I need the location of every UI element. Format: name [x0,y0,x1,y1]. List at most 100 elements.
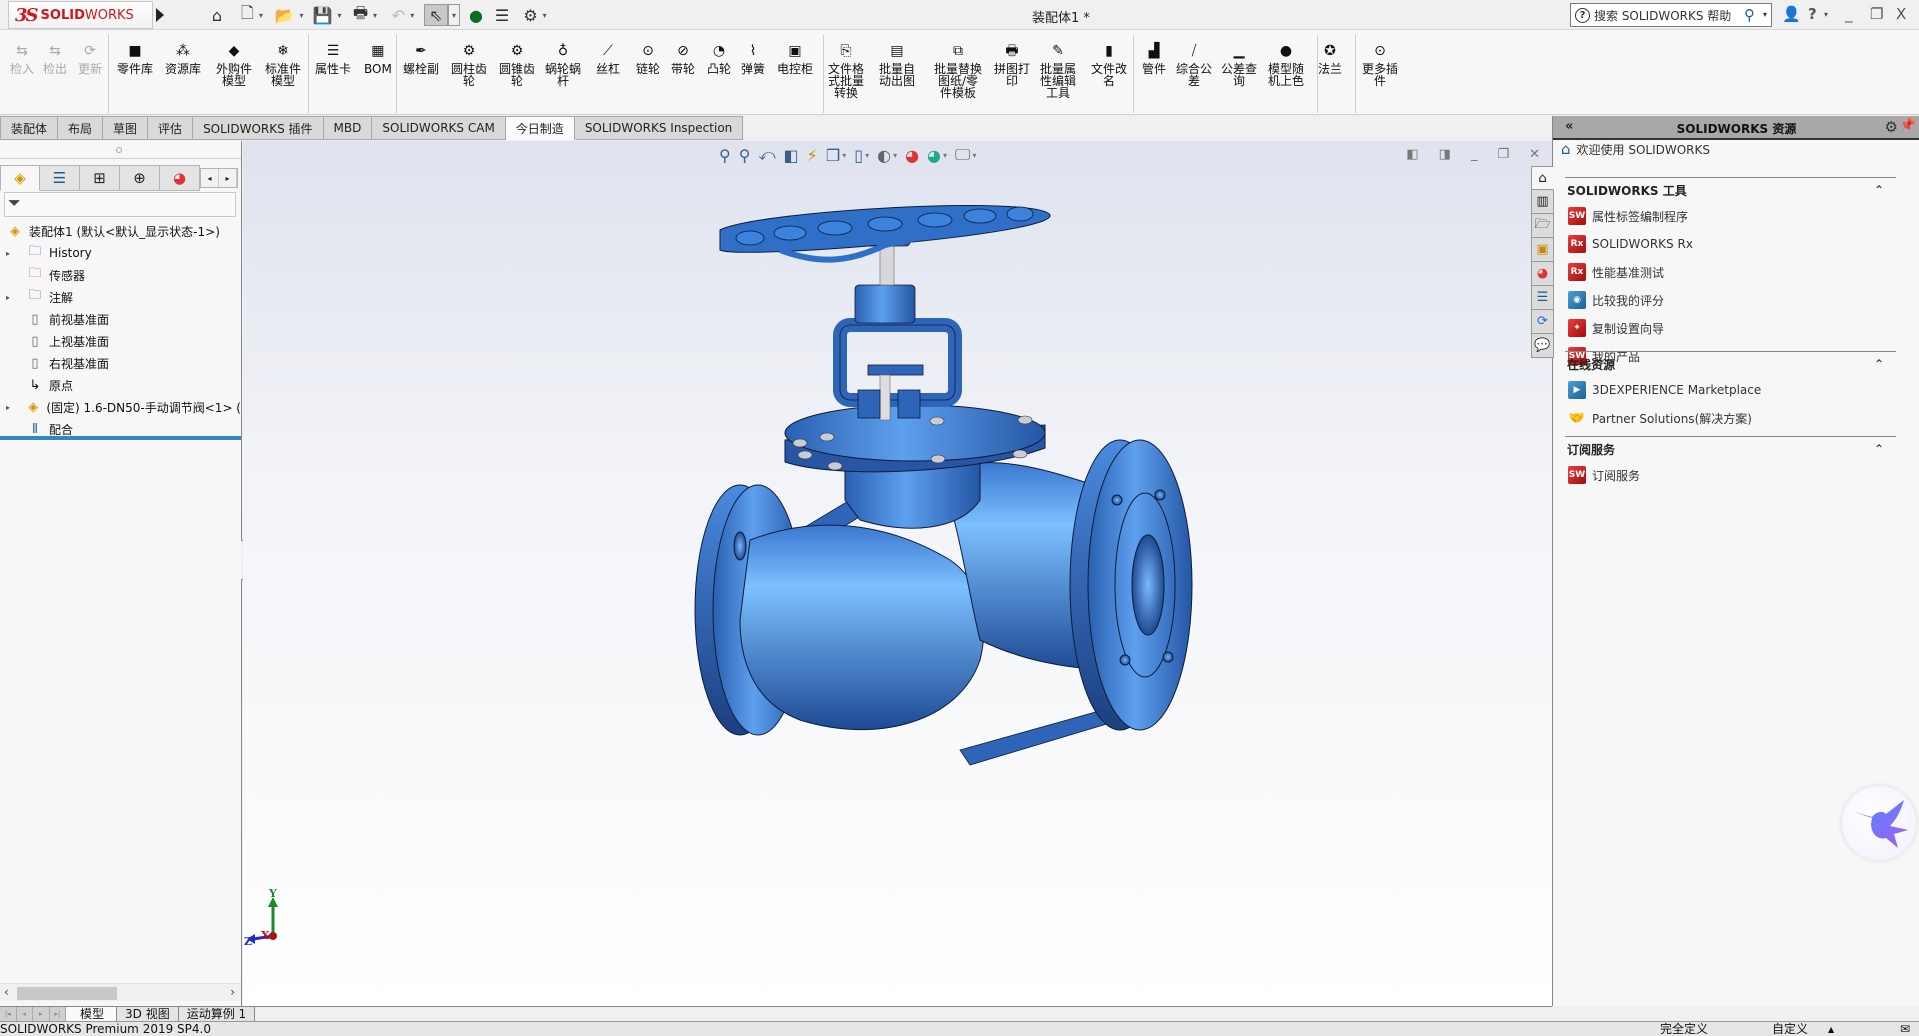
task-pane-link[interactable]: ▶ 3DEXPERIENCE Marketplace [1565,376,1896,404]
rollback-bar[interactable] [0,436,241,440]
welcome-link[interactable]: ⌂ 欢迎使用 SOLIDWORKS [1561,140,1710,158]
tile-left-icon[interactable]: ◧ [1406,147,1418,162]
task-pane-link[interactable]: Rx SOLIDWORKS Rx [1565,230,1896,258]
view-settings-icon[interactable]: 🖵 [955,145,970,165]
section-header[interactable]: SOLIDWORKS 工具 ⌃ [1565,178,1896,202]
tree-item[interactable]: ▯ 前视基准面 [0,308,241,330]
tab-file-explorer[interactable]: 🗁 [1531,214,1554,238]
tree-item[interactable]: ▸ 🗀 History [0,242,241,264]
options-button[interactable]: ⚙ ▾ [518,4,552,26]
ribbon-button-15[interactable]: ⊘ 带轮 [671,42,695,75]
ribbon-button-7[interactable]: ☰ 属性卡 [315,42,351,75]
chevron-down-icon[interactable]: ▾ [865,151,869,160]
help-search-input[interactable]: ? 搜索 SOLIDWORKS 帮助 ⚲ ▾ [1570,3,1772,27]
scroll-left-icon[interactable]: ◂ [201,169,219,187]
last-tab-icon[interactable]: ▸| [50,1007,66,1021]
tab-displaymanager[interactable]: ◕ [160,165,200,191]
zoom-to-fit-icon[interactable]: ⚲ [719,146,731,165]
expand-arrow-icon[interactable]: ▸ [6,403,15,412]
tab-command-1[interactable]: 布局 [58,116,104,140]
rebuild-button[interactable]: ● [468,4,484,26]
floating-app-icon[interactable] [1842,786,1916,860]
panel-splitter[interactable] [0,141,241,159]
section-header[interactable]: 订阅服务 ⌃ [1565,437,1896,461]
solidworks-logo[interactable]: 3S SOLID WORKS [8,1,153,29]
task-pane-link[interactable]: SW 属性标签编制程序 [1565,202,1896,230]
ribbon-button-28[interactable]: ● 模型随 机上色 [1268,42,1304,87]
undo-button[interactable]: ↶ ▾ [386,4,420,26]
ribbon-button-3[interactable]: ■ 零件库 [117,42,153,75]
ribbon-button-20[interactable]: ▤ 批量自 动出图 [879,42,915,87]
next-tab-icon[interactable]: ▸ [33,1007,50,1021]
chevron-up-icon[interactable]: ⌃ [1874,183,1884,197]
select-button[interactable]: ⇖ [424,4,448,26]
chevron-down-icon[interactable]: ▾ [1763,10,1767,19]
tab-custom-properties[interactable]: ☰ [1531,286,1554,310]
search-icon[interactable]: ⚲ [1744,6,1755,24]
ribbon-button-18[interactable]: ▣ 电控柜 [777,42,813,75]
chevron-down-icon[interactable]: ▾ [373,11,377,20]
file-properties-button[interactable]: ☰ [492,4,512,26]
tree-item[interactable]: 🗀 传感器 [0,264,241,286]
tree-item[interactable]: ▯ 右视基准面 [0,352,241,374]
ribbon-button-10[interactable]: ⚙ 圆柱齿轮 [451,42,487,87]
ribbon-button-1[interactable]: ⇆ 检出 [43,42,67,75]
ribbon-button-2[interactable]: ⟳ 更新 [78,42,102,75]
tab-solidworks-forum[interactable]: ⟳ [1531,310,1554,334]
ribbon-button-27[interactable]: ▁ 公差查询 [1221,42,1257,87]
ribbon-button-21[interactable]: ⧉ 批量替换 图纸/零 件模板 [934,42,982,99]
tree-filter[interactable]: ⏷ [4,192,236,217]
units-selector[interactable]: 自定义 [1772,1022,1808,1036]
ribbon-button-0[interactable]: ⇆ 检入 [10,42,34,75]
ribbon-button-4[interactable]: ⁂ 资源库 [165,42,201,75]
tab-dimxpertmanager[interactable]: ⊕ [120,165,160,191]
tab-propertymanager[interactable]: ☰ [40,165,80,191]
section-view-icon[interactable]: ◧ [784,146,799,165]
tab-design-library[interactable]: ▥ [1531,190,1554,214]
ribbon-button-29[interactable]: ✪ 法兰 [1318,42,1342,75]
edit-appearance-icon[interactable]: ◕ [905,146,919,165]
ribbon-button-13[interactable]: ⟋ 丝杠 [596,42,620,75]
tab-appearances[interactable]: ◕ [1531,262,1554,286]
ribbon-button-22[interactable]: 🖶 拼图打印 [994,42,1030,87]
close-button[interactable]: X [1896,5,1906,23]
chevron-down-icon[interactable]: ▾ [337,11,341,20]
ribbon-button-9[interactable]: ✒ 螺栓副 [403,42,439,75]
horizontal-scrollbar[interactable]: ‹ › [0,983,241,1001]
tab-community[interactable]: 💬 [1531,334,1554,358]
tree-item[interactable]: ▯ 上视基准面 [0,330,241,352]
tab-featuremanager[interactable]: ◈ [0,165,40,191]
tab-view-palette[interactable]: ▣ [1531,238,1554,262]
scroll-right-icon[interactable]: ▸ [219,169,237,187]
tree-item[interactable]: ◈ 装配体1 (默认<默认_显示状态-1>) [0,220,241,242]
ribbon-button-25[interactable]: ▟ 管件 [1142,42,1166,75]
chevron-up-icon[interactable]: ⌃ [1874,442,1884,456]
ribbon-button-26[interactable]: ⧸ 综合公差 [1176,42,1212,87]
tab-command-6[interactable]: SOLIDWORKS CAM [372,116,506,140]
task-pane-link[interactable]: ✦ 复制设置向导 [1565,314,1896,342]
home-button[interactable]: ⌂ [206,4,228,26]
chevron-down-icon[interactable]: ▾ [943,151,947,160]
chevron-down-icon[interactable]: ▾ [893,151,897,160]
tree-item[interactable]: ▸ ◈ (固定) 1.6-DN50-手动调节阀<1> ( [0,396,241,418]
tab-configurationmanager[interactable]: ⊞ [80,165,120,191]
ribbon-button-12[interactable]: ♁ 蜗轮蜗杆 [545,42,581,87]
ribbon-button-17[interactable]: ⌇ 弹簧 [741,42,765,75]
section-header[interactable]: 在线资源 ⌃ [1565,352,1896,376]
task-pane-link[interactable]: 🤝 Partner Solutions(解决方案) [1565,404,1896,432]
graphics-area[interactable]: ⚲ ⚲ ⤺ ◧ ⚡ ❒ ▾ ▯ ▾ ◐ ▾ ◕ ◕ ▾ 🖵 ▾ ◧ ◨ _ ❐ ✕ [243,141,1552,1006]
previous-view-icon[interactable]: ⤺ [758,145,775,165]
print-button[interactable]: 🖶 ▾ [348,3,382,26]
user-icon[interactable]: 👤 [1782,5,1801,23]
tab-command-0[interactable]: 装配体 [0,116,59,140]
minimize-doc-button[interactable]: _ [1471,147,1478,162]
zoom-to-area-icon[interactable]: ⚲ [739,146,751,165]
restore-button[interactable]: ❐ [1870,5,1883,23]
expand-arrow-icon[interactable]: ▸ [6,293,16,302]
scrollbar-thumb[interactable] [17,987,117,1000]
menu-expand-arrow-icon[interactable] [156,8,164,22]
pin-icon[interactable]: 📌 [1900,118,1916,133]
chevron-down-icon[interactable]: ▾ [299,11,303,20]
apply-scene-icon[interactable]: ◕ [927,146,941,165]
tab-command-3[interactable]: 评估 [148,116,194,140]
